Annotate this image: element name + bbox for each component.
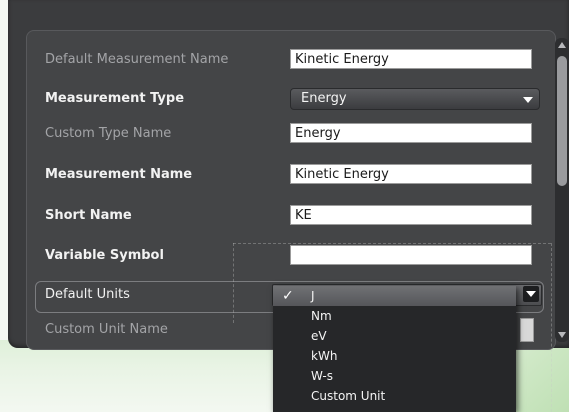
scroll-thumb[interactable] [557, 56, 567, 186]
units-dropdown-list: ✓ J Nm eV kWh W-s Custom Unit [273, 286, 516, 412]
dropdown-option-custom-unit[interactable]: Custom Unit [273, 386, 516, 406]
chevron-down-icon [523, 97, 533, 103]
dropdown-option-ev[interactable]: eV [273, 326, 516, 346]
variable-symbol-label: Variable Symbol [45, 248, 164, 263]
vertical-scrollbar[interactable] [555, 38, 569, 342]
dropdown-option-nm[interactable]: Nm [273, 306, 516, 326]
dropdown-option-j[interactable]: ✓ J [273, 286, 516, 306]
dropdown-option-label: eV [311, 329, 327, 343]
short-name-field[interactable]: KE [290, 205, 532, 225]
default-units-label: Default Units [45, 287, 130, 302]
dropdown-option-label: Custom Unit [311, 389, 386, 403]
short-name-label: Short Name [45, 208, 132, 223]
default-measurement-name-field[interactable]: Kinetic Energy [290, 49, 532, 69]
measurement-name-field[interactable]: Kinetic Energy [290, 164, 532, 184]
custom-type-name-label: Custom Type Name [45, 126, 172, 141]
dropdown-option-label: kWh [311, 349, 338, 363]
dropdown-option-label: W-s [311, 369, 333, 383]
checkmark-icon: ✓ [282, 288, 294, 304]
guide-line-vertical [233, 243, 234, 323]
dropdown-option-label: J [311, 289, 315, 303]
scroll-up-icon[interactable] [558, 42, 566, 48]
custom-unit-name-label: Custom Unit Name [45, 322, 168, 337]
measurement-name-label: Measurement Name [45, 167, 193, 182]
measurement-type-label: Measurement Type [45, 91, 185, 106]
dropdown-option-ws[interactable]: W-s [273, 366, 516, 386]
measurement-type-select[interactable]: Energy [290, 88, 540, 110]
dropdown-option-label: Nm [311, 309, 332, 323]
dropdown-option-kwh[interactable]: kWh [273, 346, 516, 366]
guide-line-vertical-right [551, 243, 552, 412]
measurement-type-value: Energy [301, 91, 347, 106]
default-measurement-name-label: Default Measurement Name [45, 52, 229, 67]
variable-symbol-field[interactable] [290, 245, 532, 265]
scroll-down-icon[interactable] [558, 332, 566, 338]
guide-line-horizontal [233, 243, 551, 244]
custom-unit-name-field[interactable] [520, 318, 534, 342]
dropdown-arrow-icon[interactable] [523, 286, 539, 302]
custom-type-name-field[interactable]: Energy [290, 123, 532, 143]
